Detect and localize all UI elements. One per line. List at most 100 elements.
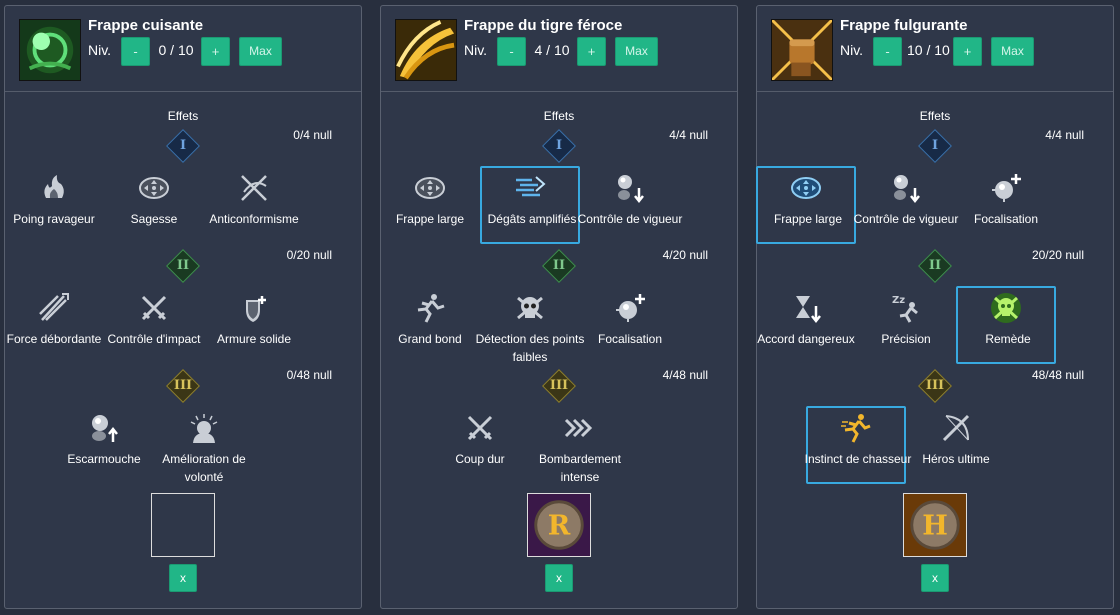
svg-text:R: R — [548, 511, 571, 542]
golden-runner-icon — [840, 412, 872, 444]
talent-node[interactable]: Bombardement intense — [530, 406, 630, 484]
sleep-runner-icon: Zz — [890, 292, 922, 324]
crossed-swords-icon — [138, 292, 170, 324]
tier-numeral: III — [925, 378, 945, 393]
speed-lines-icon — [514, 172, 546, 204]
talent-node[interactable]: Anticonformisme — [204, 166, 304, 244]
glowing-fist-icon — [770, 18, 834, 82]
compass-arrows-icon — [790, 172, 822, 204]
tier-numeral: II — [552, 258, 566, 273]
tier-points-count: 0/48 null — [286, 368, 332, 382]
level-label: Niv. — [840, 42, 864, 58]
level-decrease-button[interactable]: - — [497, 37, 526, 66]
talent-node[interactable]: Contrôle d'impact — [104, 286, 204, 364]
level-decrease-button[interactable]: - — [873, 37, 902, 66]
green-skull-icon — [990, 292, 1022, 324]
talent-label: Bombardement intense — [538, 452, 622, 484]
talent-label: Focalisation — [973, 212, 1039, 226]
remove-rune-button[interactable]: x — [545, 564, 573, 592]
talent-node[interactable]: Focalisation — [956, 166, 1056, 244]
talent-label: Remède — [985, 332, 1031, 346]
tier-numeral: II — [928, 258, 942, 273]
remove-rune-button[interactable]: x — [169, 564, 197, 592]
crossed-sword-bow-icon — [940, 412, 972, 444]
orb-plus-icon — [990, 172, 1022, 204]
talent-label: Anticonformisme — [209, 212, 299, 226]
streak-slash-icon — [38, 292, 70, 324]
talent-node[interactable]: Grand bond — [380, 286, 480, 364]
remove-rune-button[interactable]: x — [921, 564, 949, 592]
skill-panel: Frappe du tigre féroce Niv. - 4 / 10 + M… — [380, 5, 738, 609]
talent-node[interactable]: Contrôle de vigueur — [854, 166, 958, 244]
green-skull-swirl-icon — [19, 19, 81, 81]
radiant-head-icon — [188, 412, 220, 444]
tier-numeral: II — [176, 258, 190, 273]
effects-heading: Effets — [919, 109, 951, 123]
level-max-button[interactable]: Max — [615, 37, 658, 66]
orb-up-arrow-icon — [88, 412, 120, 444]
skill-header: Frappe du tigre féroce Niv. - 4 / 10 + M… — [381, 6, 737, 92]
hourglass-down-icon — [790, 292, 822, 324]
level-decrease-button[interactable]: - — [121, 37, 150, 66]
tier-1-marker: I — [166, 129, 200, 163]
skull-icon — [514, 292, 546, 324]
running-man-icon — [414, 292, 446, 324]
level-increase-button[interactable]: + — [577, 37, 606, 66]
talent-node[interactable]: Héros ultime — [906, 406, 1006, 484]
rune-slot[interactable]: H — [903, 493, 967, 557]
level-max-button[interactable]: Max — [991, 37, 1034, 66]
talent-node[interactable]: Frappe large — [756, 166, 856, 244]
talent-node[interactable]: Sagesse — [104, 166, 204, 244]
level-increase-button[interactable]: + — [201, 37, 230, 66]
skill-header: Frappe fulgurante Niv. - 10 / 10 + Max — [757, 6, 1113, 92]
talent-node[interactable]: Coup dur — [430, 406, 530, 484]
level-max-button[interactable]: Max — [239, 37, 282, 66]
tier-3-marker: III — [542, 369, 576, 403]
skill-panel: Frappe cuisante Niv. - 0 / 10 + Max Effe… — [4, 5, 362, 609]
tier-numeral: III — [173, 378, 193, 393]
talent-node[interactable]: Frappe large — [380, 166, 480, 244]
tier-numeral: I — [555, 138, 563, 153]
skill-title: Frappe du tigre féroce — [464, 17, 623, 34]
tier-points-count: 4/4 null — [1045, 128, 1084, 142]
rune-slot[interactable]: R — [527, 493, 591, 557]
talent-node[interactable]: Force débordante — [4, 286, 104, 364]
talent-node[interactable]: Accord dangereux — [756, 286, 856, 364]
talent-node[interactable]: Escarmouche — [54, 406, 154, 484]
tier-2-marker: II — [542, 249, 576, 283]
svg-text:H: H — [922, 511, 948, 542]
talent-label: Contrôle de vigueur — [577, 212, 683, 226]
talent-label: Focalisation — [597, 332, 663, 346]
talent-label: Amélioration de volonté — [162, 452, 246, 484]
orb-plus-icon — [614, 292, 646, 324]
tier-points-count: 20/20 null — [1031, 248, 1084, 262]
golden-claw-icon — [395, 19, 457, 81]
svg-text:Zz: Zz — [892, 295, 905, 306]
talent-node[interactable]: Armure solide — [204, 286, 304, 364]
skill-header: Frappe cuisante Niv. - 0 / 10 + Max — [5, 6, 361, 92]
level-label: Niv. — [88, 42, 112, 58]
talent-node[interactable]: Dégâts amplifiés — [480, 166, 580, 244]
tier-numeral: I — [179, 138, 187, 153]
talent-node[interactable]: Contrôle de vigueur — [578, 166, 682, 244]
compass-arrows-icon — [414, 172, 446, 204]
flaming-fist-icon — [38, 172, 70, 204]
talent-node[interactable]: Zz Précision — [856, 286, 956, 364]
shield-plus-icon — [238, 292, 270, 324]
tier-2-marker: II — [166, 249, 200, 283]
level-increase-button[interactable]: + — [953, 37, 982, 66]
crossed-swords-icon — [464, 412, 496, 444]
tier-3-marker: III — [166, 369, 200, 403]
skill-title: Frappe fulgurante — [840, 17, 968, 34]
talent-node[interactable]: Amélioration de volonté — [154, 406, 254, 484]
talent-node[interactable]: Remède — [956, 286, 1056, 364]
talent-node[interactable]: Détection des points faibles — [476, 286, 584, 364]
talent-node[interactable]: Poing ravageur — [4, 166, 104, 244]
talent-node[interactable]: Instinct de chasseur — [805, 406, 911, 484]
level-value: 4 / 10 — [534, 42, 570, 58]
tier-numeral: III — [549, 378, 569, 393]
level-label: Niv. — [464, 42, 488, 58]
orbs-down-arrow-icon — [614, 172, 646, 204]
talent-node[interactable]: Focalisation — [580, 286, 680, 364]
empty-rune-slot[interactable] — [151, 493, 215, 557]
